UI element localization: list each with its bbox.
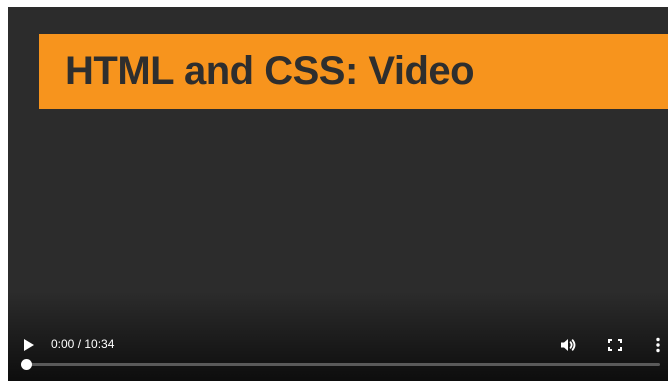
- progress-thumb[interactable]: [21, 359, 32, 370]
- fullscreen-button[interactable]: [606, 335, 624, 355]
- volume-icon: [561, 339, 576, 351]
- fullscreen-icon: [608, 339, 622, 351]
- more-options-button[interactable]: [652, 335, 664, 355]
- volume-button[interactable]: [558, 335, 578, 355]
- control-bar: 0:00 / 10:34: [8, 321, 668, 381]
- progress-track[interactable]: [21, 359, 660, 370]
- time-display: 0:00 / 10:34: [51, 337, 115, 351]
- more-options-icon: [656, 337, 660, 353]
- play-button[interactable]: [20, 335, 38, 355]
- play-icon: [24, 339, 34, 351]
- video-player[interactable]: HTML and CSS: Video 0:00 / 10:34: [8, 7, 668, 381]
- video-title: HTML and CSS: Video: [65, 49, 475, 93]
- title-banner: HTML and CSS: Video: [39, 34, 668, 109]
